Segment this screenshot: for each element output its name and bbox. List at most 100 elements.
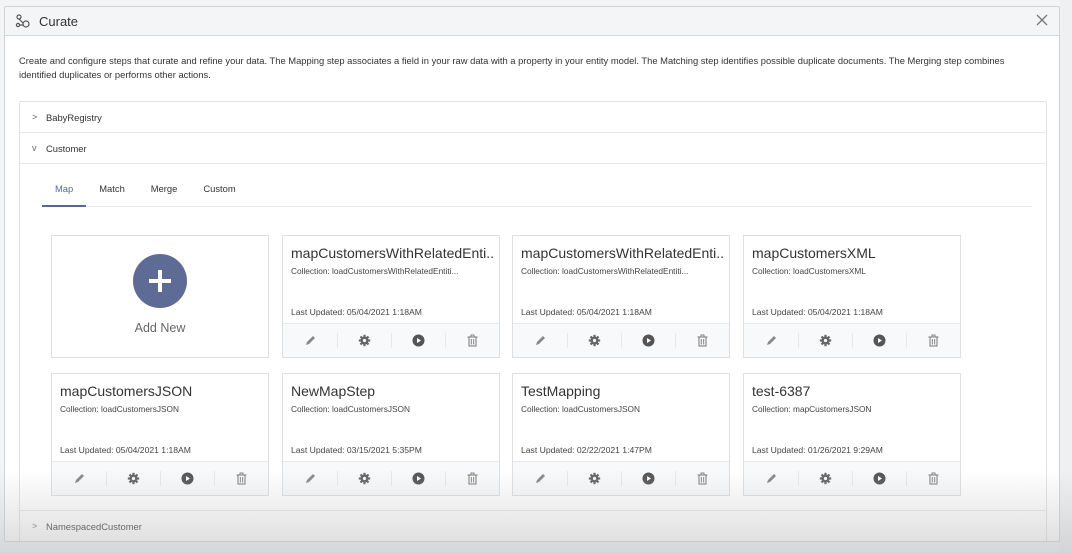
step-card[interactable]: mapCustomersXML Collection: loadCustomers… — [743, 235, 961, 358]
panel-description: Create and configure steps that curate a… — [19, 55, 1005, 80]
step-title: mapCustomersXML — [752, 245, 876, 261]
entity-header-customer[interactable]: v Customer — [20, 133, 1046, 164]
edit-button[interactable] — [744, 324, 798, 357]
step-last-updated: Last Updated: 03/15/2021 5:35PM — [291, 445, 422, 455]
step-title: mapCustomersWithRelatedEnti... — [521, 245, 725, 261]
edit-button[interactable] — [513, 324, 567, 357]
delete-button[interactable] — [445, 324, 499, 357]
run-button[interactable] — [391, 324, 445, 357]
step-title: TestMapping — [521, 383, 601, 399]
settings-button[interactable] — [337, 324, 391, 357]
edit-icon — [534, 334, 547, 347]
delete-icon — [696, 334, 709, 347]
edit-icon — [304, 472, 317, 485]
run-icon — [873, 334, 886, 347]
settings-button[interactable] — [106, 462, 160, 495]
settings-icon — [588, 334, 601, 347]
edit-button[interactable] — [283, 324, 337, 357]
edit-icon — [765, 472, 778, 485]
card-actions — [283, 323, 499, 357]
customer-steps-body: Map Match Merge Custom Add New mapCustom… — [20, 164, 1046, 511]
tab-merge[interactable]: Merge — [138, 183, 191, 206]
step-title: mapCustomersWithRelatedEnti... — [291, 245, 495, 261]
run-button[interactable] — [621, 324, 675, 357]
card-actions — [513, 323, 729, 357]
entity-header-babyregistry[interactable]: > BabyRegistry — [20, 102, 1046, 133]
step-last-updated: Last Updated: 05/04/2021 1:18AM — [291, 307, 422, 317]
run-button[interactable] — [391, 462, 445, 495]
page-scrollbar[interactable] — [1060, 0, 1072, 553]
chevron-down-icon: v — [32, 143, 37, 153]
settings-button[interactable] — [798, 462, 852, 495]
panel-title: Curate — [39, 13, 79, 29]
entity-collapse: > BabyRegistry v Customer Map Match Merg… — [19, 101, 1047, 541]
step-title: mapCustomersJSON — [60, 383, 193, 399]
curate-flow-icon — [15, 14, 31, 28]
entity-header-namespacedcustomer[interactable]: > NamespacedCustomer — [20, 511, 1046, 541]
settings-button[interactable] — [337, 462, 391, 495]
step-last-updated: Last Updated: 05/04/2021 1:18AM — [521, 307, 652, 317]
step-card[interactable]: mapCustomersWithRelatedEnti... Collection… — [282, 235, 500, 358]
chevron-right-icon: > — [32, 521, 38, 531]
card-actions — [513, 461, 729, 495]
run-button[interactable] — [852, 462, 906, 495]
run-button[interactable] — [621, 462, 675, 495]
card-actions — [52, 461, 268, 495]
step-last-updated: Last Updated: 02/22/2021 1:47PM — [521, 445, 652, 455]
edit-icon — [765, 334, 778, 347]
step-card[interactable]: mapCustomersWithRelatedEnti... Collection… — [512, 235, 730, 358]
entity-name: NamespacedCustomer — [46, 520, 142, 532]
run-icon — [873, 472, 886, 485]
step-collection: Collection: mapCustomersJSON — [752, 404, 872, 414]
tab-match[interactable]: Match — [86, 183, 138, 206]
step-last-updated: Last Updated: 01/26/2021 9:29AM — [752, 445, 883, 455]
edit-button[interactable] — [513, 462, 567, 495]
delete-button[interactable] — [906, 324, 960, 357]
delete-button[interactable] — [906, 462, 960, 495]
settings-button[interactable] — [567, 324, 621, 357]
settings-button[interactable] — [798, 324, 852, 357]
add-new-card[interactable]: Add New — [51, 235, 269, 358]
delete-icon — [927, 472, 940, 485]
step-last-updated: Last Updated: 05/04/2021 1:18AM — [752, 307, 883, 317]
delete-button[interactable] — [675, 462, 729, 495]
delete-icon — [466, 472, 479, 485]
run-icon — [181, 472, 194, 485]
step-title: NewMapStep — [291, 383, 376, 399]
step-card[interactable]: test-6387 Collection: mapCustomersJSON Las… — [743, 373, 961, 496]
edit-button[interactable] — [283, 462, 337, 495]
edit-button[interactable] — [744, 462, 798, 495]
chevron-right-icon: > — [32, 112, 38, 122]
delete-button[interactable] — [214, 462, 268, 495]
step-collection: Collection: loadCustomersJSON — [60, 404, 179, 414]
step-card[interactable]: NewMapStep Collection: loadCustomersJSON L… — [282, 373, 500, 496]
entity-name: Customer — [46, 142, 87, 154]
step-card[interactable]: mapCustomersJSON Collection: loadCustomer… — [51, 373, 269, 496]
card-actions — [744, 461, 960, 495]
delete-icon — [696, 472, 709, 485]
add-new-label: Add New — [134, 321, 186, 335]
run-icon — [642, 472, 655, 485]
panel-header: Curate — [5, 7, 1059, 36]
entity-name: BabyRegistry — [46, 111, 102, 123]
step-card[interactable]: TestMapping Collection: loadCustomersJSON… — [512, 373, 730, 496]
tab-map[interactable]: Map — [42, 183, 87, 207]
curate-panel: Curate Create and configure steps that c… — [4, 6, 1060, 542]
run-button[interactable] — [852, 324, 906, 357]
run-icon — [412, 472, 425, 485]
settings-icon — [358, 334, 371, 347]
edit-button[interactable] — [52, 462, 106, 495]
plus-icon[interactable] — [133, 254, 187, 308]
step-last-updated: Last Updated: 05/04/2021 1:18AM — [60, 445, 191, 455]
step-collection: Collection: loadCustomersJSON — [291, 404, 410, 414]
edit-icon — [534, 472, 547, 485]
tab-custom[interactable]: Custom — [190, 183, 248, 206]
delete-button[interactable] — [675, 324, 729, 357]
edit-icon — [304, 334, 317, 347]
step-title: test-6387 — [752, 383, 811, 399]
run-button[interactable] — [160, 462, 214, 495]
close-icon[interactable] — [1035, 13, 1049, 27]
settings-button[interactable] — [567, 462, 621, 495]
run-icon — [642, 334, 655, 347]
delete-button[interactable] — [445, 462, 499, 495]
